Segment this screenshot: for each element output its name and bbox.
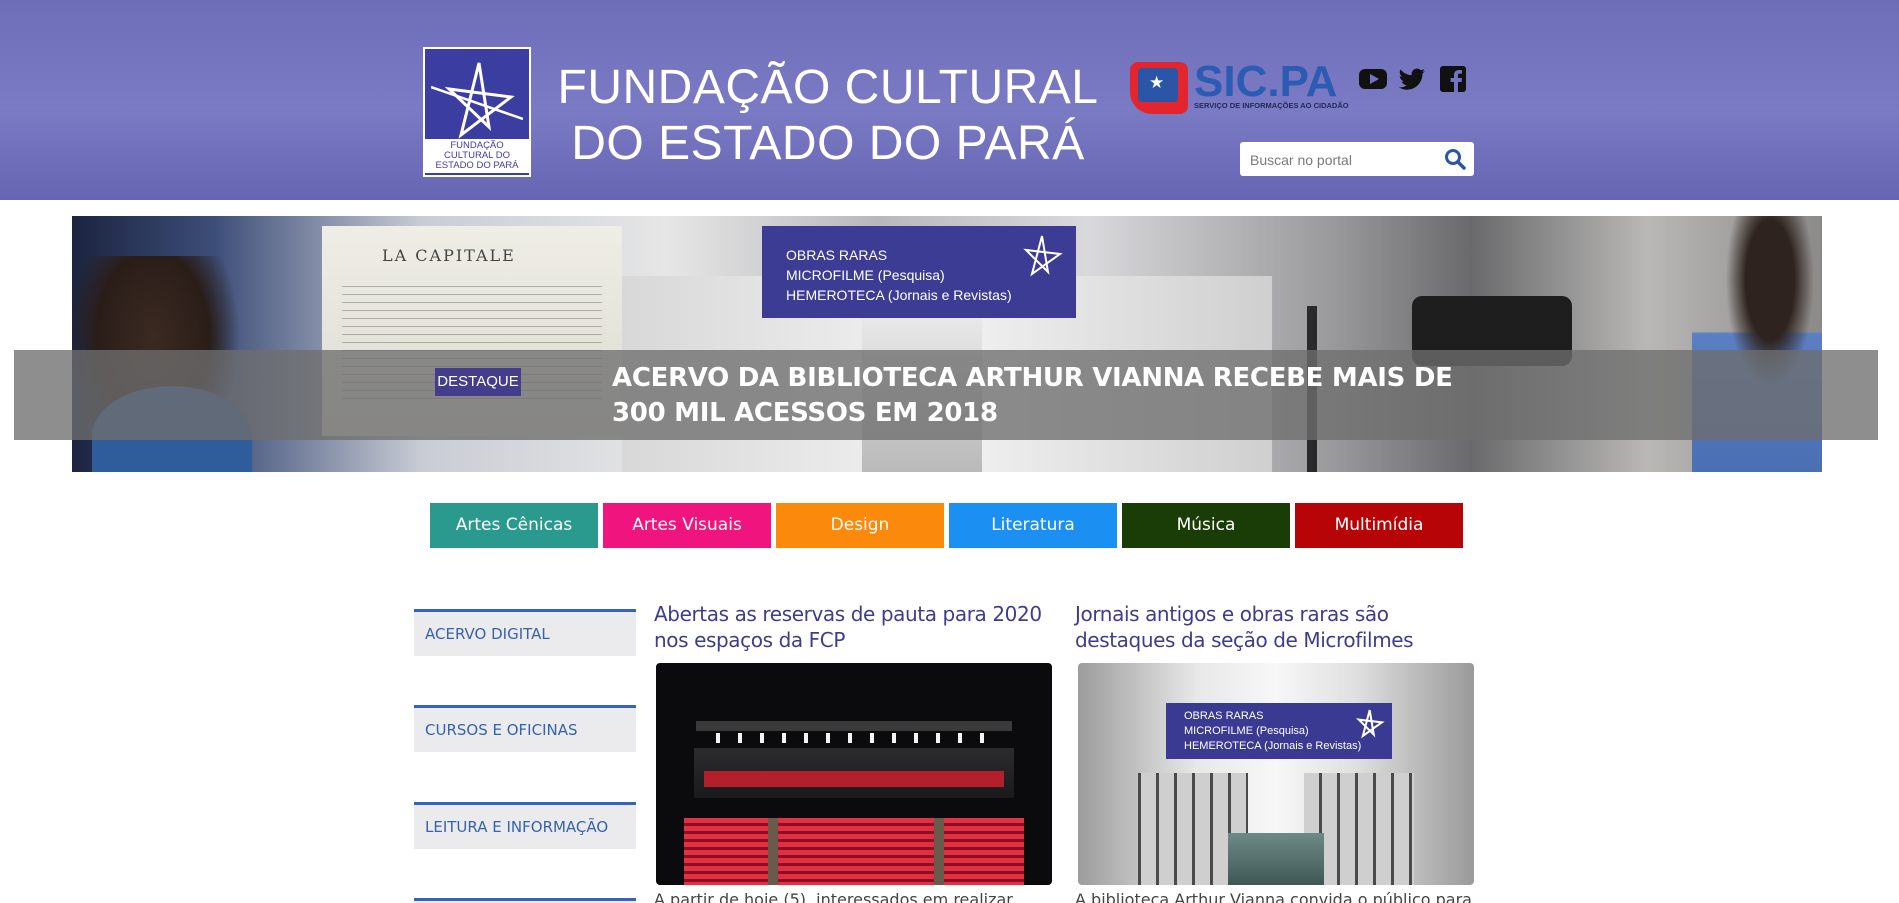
sidebar-item-acervo-digital[interactable]: ACERVO DIGITAL [414,609,636,656]
title-line-2: DO ESTADO DO PARÁ [571,117,1085,170]
search-input[interactable] [1248,148,1432,172]
news-summary: A partir de hoje (5), interessados em re… [654,890,1013,903]
star-logo-icon [1356,709,1385,739]
sign-line: OBRAS RARAS [786,247,888,263]
category-musica[interactable]: Música [1122,503,1290,548]
banner-sign: OBRAS RARAS MICROFILME (Pesquisa) HEMERO… [762,226,1076,318]
news-summary: A biblioteca Arthur Vianna convida o púb… [1075,890,1472,903]
youtube-icon[interactable] [1358,64,1388,94]
sign-line: OBRAS RARAS [1184,710,1264,722]
category-artes-cenicas[interactable]: Artes Cênicas [430,503,598,548]
category-literatura[interactable]: Literatura [949,503,1117,548]
sign-line: HEMEROTECA (Jornais e Revistas) [1184,740,1362,752]
twitter-icon[interactable] [1398,64,1428,94]
category-artes-visuais[interactable]: Artes Visuais [603,503,771,548]
facebook-icon[interactable] [1438,64,1468,94]
star-logo-icon [1023,235,1063,277]
sidebar-item-cursos-oficinas[interactable]: CURSOS E OFICINAS [414,705,636,752]
search-box [1240,142,1474,176]
category-design[interactable]: Design [776,503,944,548]
title-line-1: FUNDAÇÃO CULTURAL [557,61,1099,114]
sign-line: MICROFILME (Pesquisa) [1184,725,1309,737]
category-multimidia[interactable]: Multimídia [1295,503,1463,548]
organization-title: FUNDAÇÃO CULTURAL DO ESTADO DO PARÁ [548,60,1108,172]
news-title[interactable]: Jornais antigos e obras raras são destaq… [1075,601,1485,653]
sign-line: HEMEROTECA (Jornais e Revistas) [786,287,1012,303]
sic-badge-icon [1130,62,1188,114]
sic-pa-link[interactable]: SIC.PA SERVIÇO DE INFORMAÇÕES AO CIDADÃO [1130,58,1349,122]
star-logo-icon [431,62,523,139]
fcp-logo[interactable]: FUNDAÇÃO CULTURAL DO ESTADO DO PARÁ [423,47,531,177]
sign-line: MICROFILME (Pesquisa) [786,267,945,283]
sic-subtitle: SERVIÇO DE INFORMAÇÕES AO CIDADÃO [1194,101,1349,110]
destaque-badge: DESTAQUE [435,368,521,396]
news-image-theater[interactable] [656,663,1052,885]
sic-label: SIC.PA [1194,57,1338,106]
search-icon[interactable] [1444,148,1466,170]
logo-caption: FUNDAÇÃO CULTURAL DO ESTADO DO PARÁ [425,139,529,173]
site-header: FUNDAÇÃO CULTURAL DO ESTADO DO PARÁ FUND… [0,0,1899,200]
sidebar-item-next [414,898,636,903]
news-title[interactable]: Abertas as reservas de pauta para 2020 n… [654,601,1054,653]
featured-headline[interactable]: ACERVO DA BIBLIOTECA ARTHUR VIANNA RECEB… [612,361,1512,431]
news-image-microfilm[interactable]: OBRAS RARAS MICROFILME (Pesquisa) HEMERO… [1078,663,1474,885]
sidebar-item-leitura-informacao[interactable]: LEITURA E INFORMAÇÃO [414,802,636,849]
paper-title: LA CAPITALE [382,246,516,265]
microfilm-sign: OBRAS RARAS MICROFILME (Pesquisa) HEMERO… [1166,703,1392,759]
